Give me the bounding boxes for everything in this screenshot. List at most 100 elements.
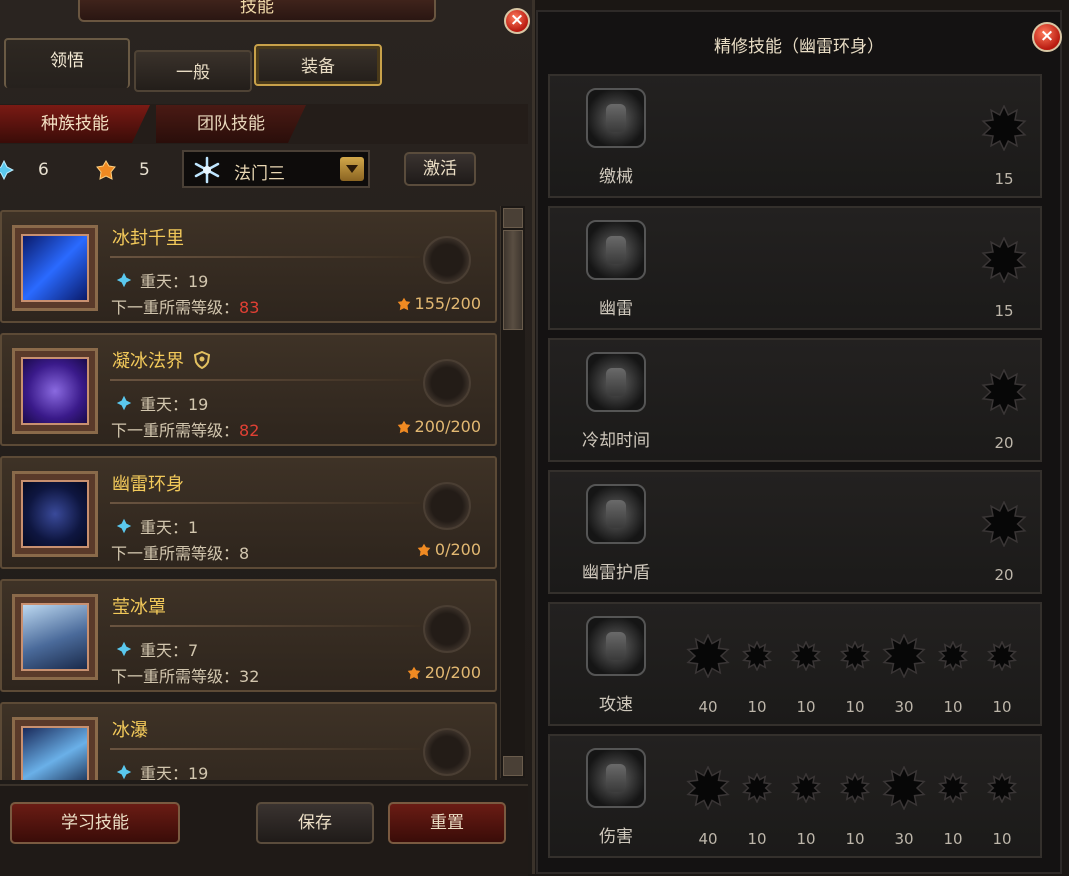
- node-point-value: 20: [994, 566, 1014, 584]
- skill-name: 幽雷环身: [112, 474, 184, 495]
- armor-skill-icon: [586, 220, 646, 280]
- skill-node-icon[interactable]: [938, 773, 968, 803]
- skill-name: 莹冰罩: [112, 597, 166, 618]
- skill-card[interactable]: 幽雷环身 重天：1 下一重所需等级：8 0/200: [0, 456, 497, 569]
- skill-node-icon[interactable]: [938, 641, 968, 671]
- node-point-value: 10: [992, 830, 1012, 848]
- blue-gem-icon: [0, 160, 14, 180]
- node-point-value: 15: [994, 170, 1014, 188]
- skill-level: 重天：19: [140, 272, 209, 291]
- skill-card[interactable]: 冰瀑 重天：19: [0, 702, 497, 780]
- skill-node-icon[interactable]: [981, 105, 1027, 151]
- activate-button[interactable]: 激活: [404, 152, 476, 186]
- shield-icon: [193, 350, 210, 370]
- skill-node-icon[interactable]: [742, 641, 772, 671]
- refine-row-label: 幽雷护盾: [582, 563, 650, 583]
- node-point-value: 20: [994, 434, 1014, 452]
- skill-name-text: 凝冰法界: [112, 351, 184, 372]
- skill-slot-button[interactable]: [423, 605, 471, 653]
- skill-name: 凝冰法界: [112, 347, 210, 373]
- blue-gem-icon: [116, 272, 132, 288]
- skill-slot-button[interactable]: [423, 236, 471, 284]
- divider: [110, 256, 420, 258]
- learn-skill-button[interactable]: 学习技能: [10, 802, 180, 844]
- skill-node-icon[interactable]: [686, 634, 730, 678]
- refine-row-label: 攻速: [599, 695, 633, 715]
- skill-node-icon[interactable]: [987, 773, 1017, 803]
- orange-gem-icon: [417, 543, 431, 557]
- skill-icon-frame: [12, 471, 98, 557]
- skill-cost: 200/200: [397, 417, 481, 436]
- skill-list-scrollbar[interactable]: [500, 206, 525, 778]
- skill-node-icon[interactable]: [981, 501, 1027, 547]
- refine-row: 幽雷护盾 20: [548, 470, 1042, 594]
- skill-node-icon[interactable]: [840, 773, 870, 803]
- reset-button[interactable]: 重置: [388, 802, 506, 844]
- skill-node-icon[interactable]: [882, 766, 926, 810]
- orange-gem-icon: [96, 160, 116, 180]
- refine-row: 冷却时间 20: [548, 338, 1042, 462]
- skill-slot-button[interactable]: [423, 359, 471, 407]
- skill-name: 冰瀑: [112, 720, 148, 741]
- refine-row: 伤害 40 10 10 10 30 10 10: [548, 734, 1042, 858]
- scroll-down-icon[interactable]: [503, 756, 523, 776]
- scroll-up-icon[interactable]: [503, 208, 523, 228]
- skill-node-icon[interactable]: [840, 641, 870, 671]
- tab-equip[interactable]: 装备: [254, 44, 382, 86]
- blue-gem-icon: [116, 395, 132, 411]
- cost-value: 0/200: [434, 540, 481, 559]
- skill-node-icon[interactable]: [987, 641, 1017, 671]
- skill-card[interactable]: 凝冰法界 重天：19 下一重所需等级：82 200/200: [0, 333, 497, 446]
- subtab-team-skills[interactable]: 团队技能: [156, 105, 306, 143]
- close-icon[interactable]: ×: [504, 8, 530, 34]
- skill-card[interactable]: 冰封千里 重天：19 下一重所需等级：83 155/200: [0, 210, 497, 323]
- skill-cost: 20/200: [407, 663, 481, 682]
- skill-icon-frame: [12, 225, 98, 311]
- armor-skill-icon: [586, 616, 646, 676]
- ice-blade-skill-icon: [21, 234, 89, 302]
- skill-icon-frame: [12, 717, 98, 780]
- refine-row-label: 缴械: [599, 167, 633, 187]
- tab-general[interactable]: 一般: [134, 50, 252, 92]
- ice-shield-skill-icon: [21, 603, 89, 671]
- refine-panel-title: 精修技能（幽雷环身）: [714, 37, 884, 57]
- requirement-value: 82: [239, 421, 260, 440]
- skill-level: 重天：7: [140, 641, 199, 660]
- close-icon[interactable]: ×: [1032, 22, 1062, 52]
- scroll-thumb[interactable]: [503, 230, 523, 330]
- armor-skill-icon: [586, 88, 646, 148]
- divider: [110, 379, 420, 381]
- armor-skill-icon: [586, 352, 646, 412]
- skill-requirement: 下一重所需等级：82: [111, 417, 259, 441]
- blue-gem-icon: [116, 641, 132, 657]
- skill-node-icon[interactable]: [882, 634, 926, 678]
- method-dropdown[interactable]: 法门三: [182, 150, 370, 188]
- orange-gem-icon: [407, 666, 421, 680]
- divider: [110, 502, 420, 504]
- node-point-value: 10: [992, 698, 1012, 716]
- tab-comprehend[interactable]: 领悟: [4, 38, 130, 88]
- dropdown-arrow-icon[interactable]: [340, 157, 364, 181]
- skill-node-icon[interactable]: [981, 369, 1027, 415]
- skill-slot-button[interactable]: [423, 482, 471, 530]
- skill-node-icon[interactable]: [791, 641, 821, 671]
- requirement-label: 下一重所需等级：: [111, 667, 240, 686]
- skill-node-icon[interactable]: [981, 237, 1027, 283]
- node-point-value: 15: [994, 302, 1014, 320]
- skill-requirement: 下一重所需等级：8: [111, 540, 249, 564]
- skill-level: 重天：19: [140, 395, 209, 414]
- skill-list: 冰封千里 重天：19 下一重所需等级：83 155/200 凝冰法界 重天：19…: [0, 204, 500, 780]
- requirement-value: 32: [239, 667, 260, 686]
- skill-slot-button[interactable]: [423, 728, 471, 776]
- cost-value: 200/200: [414, 417, 481, 436]
- skill-icon-frame: [12, 348, 98, 434]
- save-button[interactable]: 保存: [256, 802, 374, 844]
- skill-node-icon[interactable]: [791, 773, 821, 803]
- subtab-race-skills[interactable]: 种族技能: [0, 105, 150, 143]
- cost-value: 20/200: [424, 663, 481, 682]
- refine-row: 幽雷 15: [548, 206, 1042, 330]
- skill-card[interactable]: 莹冰罩 重天：7 下一重所需等级：32 20/200: [0, 579, 497, 692]
- skill-node-icon[interactable]: [686, 766, 730, 810]
- snowflake-icon: [194, 156, 220, 184]
- skill-node-icon[interactable]: [742, 773, 772, 803]
